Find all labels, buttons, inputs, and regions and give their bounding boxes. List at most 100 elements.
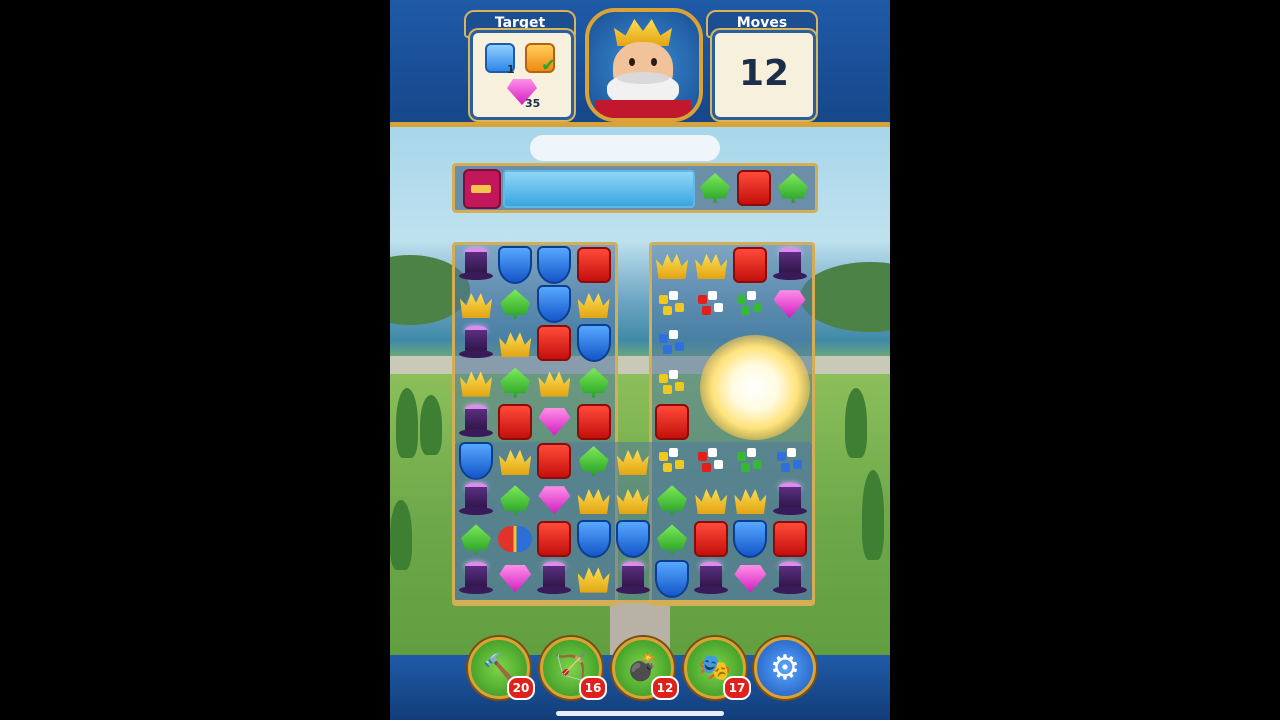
board-cell[interactable]	[652, 559, 692, 599]
board-cell[interactable]	[534, 245, 574, 285]
board-cell[interactable]	[613, 480, 653, 520]
board-cell[interactable]	[574, 363, 614, 403]
board-cell[interactable]	[495, 323, 535, 363]
top-row-cell-cube[interactable]	[734, 168, 774, 208]
cannon-booster-button[interactable]: 💣 12	[612, 637, 679, 700]
board-cell[interactable]	[534, 559, 574, 599]
board-cell[interactable]	[691, 559, 731, 599]
board-cell[interactable]	[691, 441, 731, 481]
board-cell[interactable]	[652, 245, 692, 285]
crown-tile	[577, 292, 610, 319]
board-cell[interactable]	[574, 245, 614, 285]
board-cell[interactable]	[495, 519, 535, 559]
board-cell[interactable]	[534, 402, 574, 442]
board-cell[interactable]	[730, 480, 770, 520]
board-cell[interactable]	[691, 480, 731, 520]
treasure-chest-icon[interactable]	[463, 169, 501, 209]
leaf-tile	[500, 485, 531, 516]
board-cell[interactable]	[495, 480, 535, 520]
board-cell[interactable]	[495, 284, 535, 324]
board-cell[interactable]	[574, 402, 614, 442]
board-cell[interactable]	[574, 284, 614, 324]
board-cell[interactable]	[456, 402, 496, 442]
board-cell[interactable]	[456, 441, 496, 481]
settings-button[interactable]: ⚙	[754, 637, 816, 699]
board-cell[interactable]	[574, 441, 614, 481]
board-cell[interactable]	[456, 559, 496, 599]
board-cell[interactable]	[770, 519, 810, 559]
shield-tile	[576, 520, 611, 559]
gem-tile	[773, 290, 806, 319]
board-cell[interactable]	[534, 441, 574, 481]
board-cell[interactable]	[534, 284, 574, 324]
board-cell[interactable]	[574, 559, 614, 599]
board-cell[interactable]	[534, 323, 574, 363]
top-bar: Target 1 ✔ 35 Moves 12	[390, 0, 890, 127]
sparkle-fragment	[714, 460, 724, 469]
board-cell[interactable]	[652, 480, 692, 520]
hammer-booster-button[interactable]: 🔨 20	[468, 637, 535, 700]
board-cell[interactable]	[495, 402, 535, 442]
board-cell[interactable]	[691, 284, 731, 324]
arrow-booster-button[interactable]: 🏹 16	[540, 637, 607, 700]
board-cell[interactable]	[770, 480, 810, 520]
home-indicator[interactable]	[556, 711, 724, 716]
sparkle-fragment	[708, 291, 718, 301]
board-cell[interactable]	[456, 245, 496, 285]
sparkle-tile	[696, 291, 726, 317]
board-cell[interactable]	[770, 559, 810, 599]
pink-gem-target-count: 35	[525, 97, 541, 110]
board-cell[interactable]	[691, 245, 731, 285]
board-cell[interactable]	[456, 323, 496, 363]
top-row-cell-leaf[interactable]	[773, 168, 813, 208]
blue-cube-target-count: 1	[507, 63, 515, 76]
board-cell[interactable]	[730, 441, 770, 481]
board-cell[interactable]	[456, 284, 496, 324]
board-cell[interactable]	[456, 480, 496, 520]
board-cell[interactable]	[495, 245, 535, 285]
board-cell[interactable]	[534, 480, 574, 520]
arrow-count-badge: 16	[579, 676, 607, 700]
board-cell[interactable]	[652, 284, 692, 324]
top-row-cell-leaf[interactable]	[695, 168, 735, 208]
board-cell[interactable]	[534, 363, 574, 403]
board-cell[interactable]	[456, 519, 496, 559]
shield-tile	[576, 324, 611, 363]
board-cell[interactable]	[652, 363, 692, 403]
board-cell[interactable]	[770, 245, 810, 285]
board-cell[interactable]	[730, 245, 770, 285]
target-panel: 1 ✔ 35	[470, 30, 574, 120]
board-cell[interactable]	[730, 559, 770, 599]
board-cell[interactable]	[495, 363, 535, 403]
crown-tile	[538, 371, 571, 397]
sparkle-tile	[775, 448, 805, 474]
board-cell[interactable]	[613, 519, 653, 559]
board-cell[interactable]	[456, 363, 496, 403]
board-cell[interactable]	[770, 284, 810, 324]
board-cell[interactable]	[613, 559, 653, 599]
hat-body	[621, 565, 644, 588]
board-cell[interactable]	[730, 519, 770, 559]
sparkle-fragment	[741, 306, 751, 316]
board-cell[interactable]	[495, 441, 535, 481]
board-cell[interactable]	[652, 441, 692, 481]
board-cell[interactable]	[534, 519, 574, 559]
board-cell[interactable]	[574, 519, 614, 559]
board-cell[interactable]	[574, 323, 614, 363]
board-cell[interactable]	[730, 284, 770, 324]
board-cell[interactable]	[613, 441, 653, 481]
board-cell[interactable]	[691, 519, 731, 559]
board-cell[interactable]	[652, 519, 692, 559]
board-cell[interactable]	[652, 323, 692, 363]
hat-brim	[459, 428, 493, 437]
board-cell[interactable]	[770, 441, 810, 481]
board-cell[interactable]	[574, 480, 614, 520]
jester-hat-booster-button[interactable]: 🎭 17	[684, 637, 751, 700]
crown-tile	[695, 488, 728, 515]
shield-tile	[655, 559, 689, 598]
board-cell[interactable]	[495, 559, 535, 599]
king-avatar	[585, 8, 703, 122]
sparkle-fragment	[792, 460, 802, 469]
board-cell[interactable]	[652, 402, 692, 442]
sparkle-fragment	[669, 291, 678, 301]
